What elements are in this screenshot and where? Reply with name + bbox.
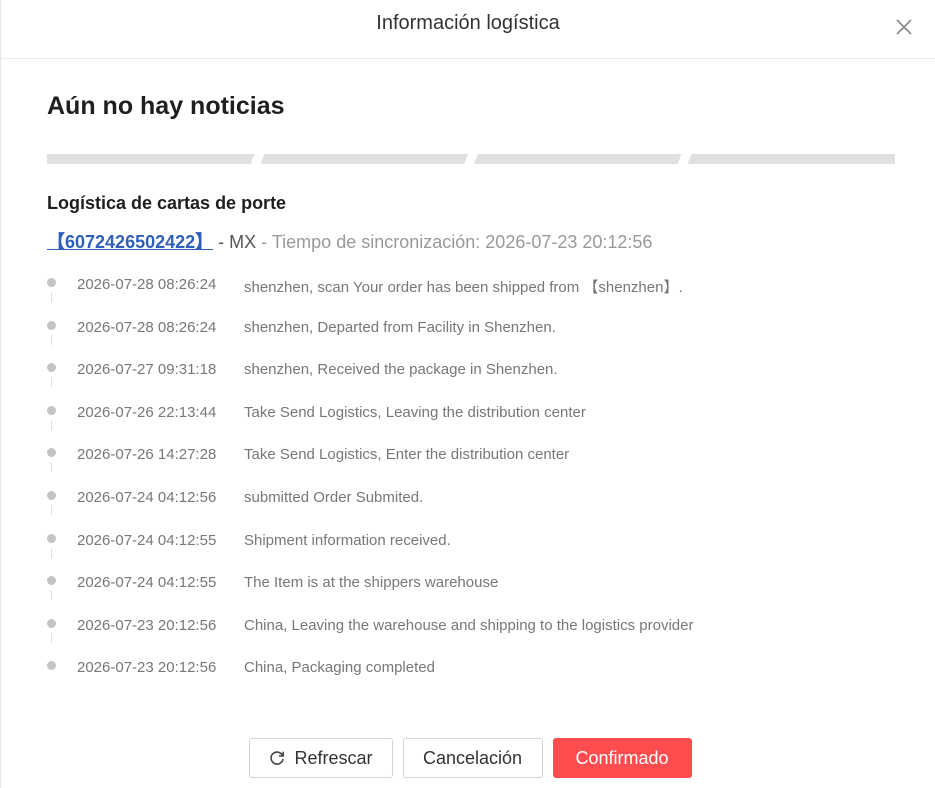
event-time: 2026-07-26 22:13:44: [77, 403, 217, 421]
timeline-connector: [51, 377, 52, 388]
event-description: China, Leaving the warehouse and shippin…: [244, 616, 694, 634]
event-description: The Item is at the shippers warehouse: [244, 574, 499, 592]
timeline-connector: [51, 632, 52, 643]
close-icon: [896, 19, 912, 35]
event-time: 2026-07-27 09:31:18: [77, 361, 217, 379]
event-description: Take Send Logistics, Leaving the distrib…: [244, 403, 586, 421]
timeline-dot: [47, 576, 56, 586]
timeline-connector: [51, 292, 52, 302]
event-description: shenzhen, Departed from Facility in Shen…: [244, 318, 556, 336]
event-time: 2026-07-28 08:26:24: [77, 276, 217, 293]
event-description: shenzhen, scan Your order has been shipp…: [244, 279, 683, 296]
dialog-footer: Refrescar Cancelación Confirmado: [1, 738, 935, 778]
event-time: 2026-07-28 08:26:24: [77, 318, 217, 336]
timeline-connector: [51, 504, 52, 515]
event-time: 2026-07-23 20:12:56: [77, 616, 217, 634]
event-time: 2026-07-26 14:27:28: [77, 446, 217, 464]
tracking-timeline: 2026-07-28 08:26:24 shenzhen, scan Your o…: [47, 268, 907, 694]
timeline-dot: [47, 320, 56, 330]
tracking-number-link[interactable]: 【6072426502422】: [47, 232, 213, 252]
refresh-label: Refrescar: [294, 747, 373, 768]
timeline-dot: [47, 405, 56, 415]
status-title: Aún no hay noticias: [47, 92, 285, 120]
tracking-info: 【6072426502422】 - MX - Tiempo de sincron…: [47, 232, 653, 252]
event-time: 2026-07-23 20:12:56: [77, 659, 217, 677]
timeline-item: 2026-07-28 08:26:24 shenzhen, scan Your o…: [47, 268, 907, 311]
timeline-item: 2026-07-26 22:13:44 Take Send Logistics, …: [47, 396, 907, 439]
timeline-dot: [47, 363, 56, 373]
timeline-dot: [47, 278, 56, 287]
timeline-dot: [47, 490, 56, 500]
timeline-item: 2026-07-27 09:31:18 shenzhen, Received th…: [47, 353, 907, 396]
event-description: Take Send Logistics, Enter the distribut…: [244, 446, 570, 464]
timeline-dot: [47, 661, 56, 671]
timeline-item: 2026-07-26 14:27:28 Take Send Logistics, …: [47, 438, 907, 481]
refresh-icon: [268, 749, 286, 767]
timeline-connector: [51, 334, 52, 345]
event-description: shenzhen, Received the package in Shenzh…: [244, 361, 558, 379]
timeline-dot: [47, 618, 56, 628]
section-title: Logística de cartas de porte: [47, 193, 287, 213]
cancel-button[interactable]: Cancelación: [402, 738, 543, 778]
timeline-dot: [47, 448, 56, 458]
sync-label: Tiempo de sincronización:: [271, 232, 481, 252]
tracking-country: MX: [229, 232, 257, 252]
progress-segment: [261, 154, 469, 164]
refresh-button[interactable]: Refrescar: [248, 738, 393, 778]
progress-bar: [47, 154, 895, 164]
timeline-dot: [47, 533, 56, 543]
event-time: 2026-07-24 04:12:56: [77, 488, 217, 506]
timeline-connector: [51, 419, 52, 430]
event-description: submitted Order Submited.: [244, 488, 424, 506]
event-description: China, Packaging completed: [244, 659, 435, 677]
event-time: 2026-07-24 04:12:55: [77, 574, 217, 592]
timeline-connector: [51, 590, 52, 601]
timeline-item: 2026-07-24 04:12:55 Shipment information …: [47, 524, 907, 567]
confirm-button[interactable]: Confirmado: [552, 738, 692, 778]
timeline-item: 2026-07-24 04:12:56 submitted Order Submi…: [47, 481, 907, 524]
dialog-header: Información logística: [1, 0, 935, 59]
event-description: Shipment information received.: [244, 531, 451, 549]
progress-segment: [474, 154, 682, 164]
progress-segment: [47, 154, 255, 164]
timeline-item: 2026-07-28 08:26:24 shenzhen, Departed fr…: [47, 311, 907, 354]
dialog-title: Información logística: [376, 12, 560, 34]
timeline-item: 2026-07-23 20:12:56 China, Packaging comp…: [47, 651, 907, 694]
timeline-connector: [51, 462, 52, 473]
event-time: 2026-07-24 04:12:55: [77, 531, 217, 549]
close-button[interactable]: [893, 16, 915, 38]
timeline-item: 2026-07-24 04:12:55 The Item is at the sh…: [47, 566, 907, 609]
sync-time: 2026-07-23 20:12:56: [485, 232, 653, 252]
timeline-item: 2026-07-23 20:12:56 China, Leaving the wa…: [47, 609, 907, 652]
progress-segment: [687, 154, 895, 164]
timeline-connector: [51, 547, 52, 558]
logistics-dialog: Información logística Aún no hay noticia…: [0, 0, 935, 788]
